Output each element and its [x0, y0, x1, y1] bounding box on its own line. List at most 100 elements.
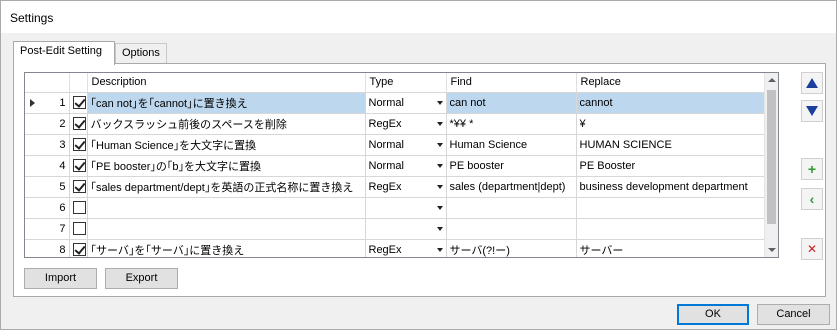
row-header[interactable]: 3	[25, 134, 70, 156]
replace-cell[interactable]	[576, 197, 767, 219]
find-cell[interactable]: sales (department|dept)	[446, 176, 577, 198]
type-dropdown-cell[interactable]	[365, 218, 447, 240]
column-header-find[interactable]: Find	[446, 73, 577, 93]
type-value: RegEx	[368, 180, 402, 193]
chevron-down-icon[interactable]	[436, 247, 443, 252]
description-cell[interactable]: ｢can not｣を｢cannot｣に置き換え	[87, 92, 366, 114]
row-header[interactable]: 8	[25, 239, 70, 257]
type-dropdown-cell[interactable]: Normal	[365, 134, 447, 156]
delete-x-icon: ✕	[806, 242, 818, 256]
description-cell[interactable]: ｢PE booster｣の｢b｣を大文字に置換	[87, 155, 366, 177]
table-row[interactable]: 8 ｢サーバ｣を｢サーバ｣に置き換え RegEx サーバ(?!ー) サーバー	[25, 239, 767, 257]
row-number: 4	[59, 159, 66, 172]
grid-vertical-scrollbar[interactable]	[764, 73, 778, 257]
enabled-checkbox[interactable]	[72, 180, 86, 193]
table-row[interactable]: 4 ｢PE booster｣の｢b｣を大文字に置換 Normal PE booster…	[25, 155, 767, 177]
find-cell[interactable]: can not	[446, 92, 577, 114]
column-header-description[interactable]: Description	[87, 73, 366, 93]
title-bar: Settings	[1, 1, 836, 33]
chevron-down-icon[interactable]	[436, 226, 443, 231]
column-header-type[interactable]: Type	[365, 73, 447, 93]
row-number: 3	[59, 138, 66, 151]
find-cell[interactable]	[446, 197, 577, 219]
replace-cell[interactable]: ¥	[576, 113, 767, 135]
add-row-button[interactable]: +	[801, 158, 823, 180]
chevron-left-icon: ‹	[809, 191, 815, 207]
enabled-checkbox[interactable]	[72, 159, 86, 172]
rules-grid: Description Type Find Replace 1 ｢can not｣…	[24, 72, 779, 258]
type-dropdown-cell[interactable]: RegEx	[365, 239, 447, 257]
type-dropdown-cell[interactable]: Normal	[365, 155, 447, 177]
description-cell[interactable]	[87, 197, 366, 219]
table-row[interactable]: 1 ｢can not｣を｢cannot｣に置き換え Normal can not can…	[25, 92, 767, 114]
enabled-cell	[69, 113, 88, 135]
enabled-checkbox[interactable]	[72, 117, 86, 130]
replace-cell[interactable]: HUMAN SCIENCE	[576, 134, 767, 156]
description-cell[interactable]: ｢sales department/dept｣を英語の正式名称に置き換え	[87, 176, 366, 198]
replace-cell[interactable]: サーバー	[576, 239, 767, 257]
chevron-down-icon[interactable]	[436, 205, 443, 210]
description-cell[interactable]	[87, 218, 366, 240]
table-row[interactable]: 3 ｢Human Science｣を大文字に置換 Normal Human Scien…	[25, 134, 767, 156]
ok-button[interactable]: OK	[677, 304, 749, 325]
type-dropdown-cell[interactable]	[365, 197, 447, 219]
enabled-checkbox[interactable]	[72, 138, 86, 151]
triangle-up-icon	[806, 78, 818, 88]
find-cell[interactable]	[446, 218, 577, 240]
enabled-checkbox[interactable]	[72, 96, 86, 109]
row-header[interactable]: 1	[25, 92, 70, 114]
move-up-button[interactable]	[801, 72, 823, 94]
table-row[interactable]: 7	[25, 218, 767, 240]
replace-cell[interactable]: PE Booster	[576, 155, 767, 177]
export-button[interactable]: Export	[105, 268, 178, 289]
scroll-down-arrow-icon[interactable]	[768, 248, 776, 252]
replace-cell[interactable]	[576, 218, 767, 240]
chevron-down-icon[interactable]	[436, 142, 443, 147]
table-row[interactable]: 2 バックスラッシュ前後のスペースを削除 RegEx *¥¥ * ¥	[25, 113, 767, 135]
description-cell[interactable]: ｢Human Science｣を大文字に置換	[87, 134, 366, 156]
chevron-down-icon[interactable]	[436, 121, 443, 126]
enabled-checkbox[interactable]	[72, 222, 86, 235]
type-dropdown-cell[interactable]: RegEx	[365, 113, 447, 135]
enabled-cell	[69, 176, 88, 198]
description-cell[interactable]: バックスラッシュ前後のスペースを削除	[87, 113, 366, 135]
enabled-checkbox[interactable]	[72, 243, 86, 256]
plus-icon: +	[807, 161, 817, 177]
tab-options[interactable]: Options	[115, 43, 167, 64]
enabled-checkbox[interactable]	[72, 201, 86, 214]
settings-window: Settings Post-Edit Setting Options Descr…	[0, 0, 837, 330]
find-cell[interactable]: *¥¥ *	[446, 113, 577, 135]
row-header[interactable]: 5	[25, 176, 70, 198]
chevron-down-icon[interactable]	[436, 184, 443, 189]
type-dropdown-cell[interactable]: Normal	[365, 92, 447, 114]
cancel-button[interactable]: Cancel	[757, 304, 830, 325]
find-cell[interactable]: PE booster	[446, 155, 577, 177]
tab-post-edit-setting[interactable]: Post-Edit Setting	[13, 41, 115, 65]
move-down-button[interactable]	[801, 100, 823, 122]
enabled-cell	[69, 155, 88, 177]
table-row[interactable]: 5 ｢sales department/dept｣を英語の正式名称に置き換え Reg…	[25, 176, 767, 198]
chevron-down-icon[interactable]	[436, 100, 443, 105]
replace-cell[interactable]: business development department	[576, 176, 767, 198]
chevron-down-icon[interactable]	[436, 163, 443, 168]
row-header[interactable]: 6	[25, 197, 70, 219]
column-header-replace[interactable]: Replace	[576, 73, 767, 93]
row-header[interactable]: 4	[25, 155, 70, 177]
type-value: Normal	[368, 159, 404, 172]
row-header[interactable]: 7	[25, 218, 70, 240]
import-button[interactable]: Import	[24, 268, 97, 289]
table-row[interactable]: 6	[25, 197, 767, 219]
enabled-cell	[69, 134, 88, 156]
delete-row-button[interactable]: ✕	[801, 238, 823, 260]
type-dropdown-cell[interactable]: RegEx	[365, 176, 447, 198]
scroll-thumb[interactable]	[767, 90, 776, 224]
insert-row-button[interactable]: ‹	[801, 188, 823, 210]
replace-cell[interactable]: cannot	[576, 92, 767, 114]
find-cell[interactable]: Human Science	[446, 134, 577, 156]
row-header[interactable]: 2	[25, 113, 70, 135]
find-cell[interactable]: サーバ(?!ー)	[446, 239, 577, 257]
type-value: Normal	[368, 96, 404, 109]
scroll-up-arrow-icon[interactable]	[768, 78, 776, 82]
row-number: 5	[59, 180, 66, 193]
description-cell[interactable]: ｢サーバ｣を｢サーバ｣に置き換え	[87, 239, 366, 257]
